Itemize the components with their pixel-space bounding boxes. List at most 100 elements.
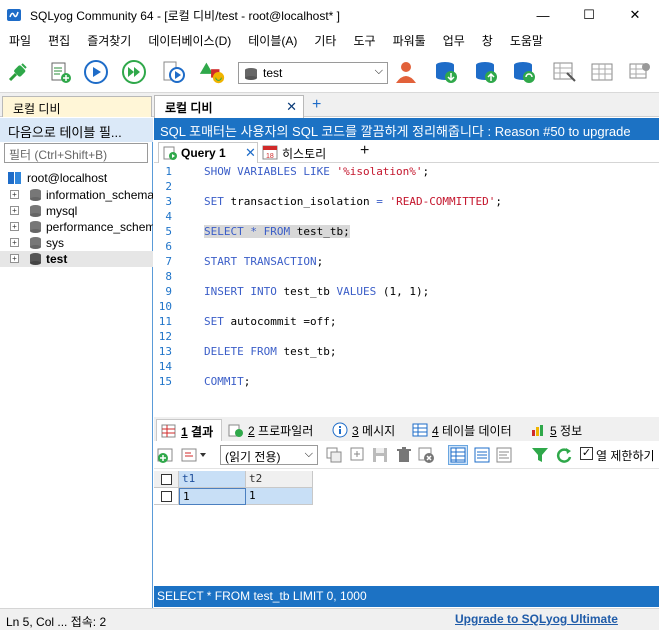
delete-button[interactable] xyxy=(394,445,414,465)
new-query-button[interactable] xyxy=(46,58,74,86)
execute-all-button[interactable] xyxy=(120,58,148,86)
add-row-icon xyxy=(157,448,173,463)
grid-column-header[interactable]: t1 xyxy=(179,471,246,488)
grid-column-header[interactable]: t2 xyxy=(246,471,313,488)
expand-icon[interactable]: + xyxy=(10,254,19,263)
line-number: 9 xyxy=(165,285,172,298)
save-button[interactable] xyxy=(370,445,390,465)
edit-mode-select[interactable]: (읽기 전용) ⌵ xyxy=(220,445,318,465)
import-button[interactable] xyxy=(550,58,578,86)
code-line[interactable]: DELETE FROM test_tb; xyxy=(204,345,336,358)
tree-item-information-schema[interactable]: + information_schema xyxy=(0,187,153,203)
history-tab[interactable]: 18 히스토리 xyxy=(260,142,360,163)
code-line[interactable]: SELECT * FROM test_tb; xyxy=(204,225,350,238)
add-query-tab-button[interactable]: + xyxy=(360,142,369,160)
execute-current-button[interactable] xyxy=(160,58,188,86)
title-bar: SQLyog Community 64 - [로컬 디비/test - root… xyxy=(0,0,659,30)
tree-item-mysql[interactable]: + mysql xyxy=(0,203,153,219)
code-line[interactable]: SHOW VARIABLES LIKE '%isolation%'; xyxy=(204,165,429,178)
text-view-button[interactable] xyxy=(494,445,514,465)
query-tab[interactable]: Query 1 ✕ xyxy=(158,142,258,163)
row-checkbox[interactable] xyxy=(161,491,172,502)
expand-icon[interactable]: + xyxy=(10,190,19,199)
menu-table[interactable]: 테이블(A) xyxy=(239,32,305,49)
code-line[interactable]: INSERT INTO test_tb VALUES (1, 1); xyxy=(204,285,429,298)
table-data-tab[interactable]: 4 테이블 데이터 xyxy=(408,419,522,441)
menu-edit[interactable]: 편집 xyxy=(39,32,78,49)
tree-root-connection[interactable]: root@localhost xyxy=(0,170,153,186)
schema-designer-button[interactable] xyxy=(198,58,226,86)
filter-button[interactable] xyxy=(530,445,550,465)
restore-button[interactable] xyxy=(472,58,500,86)
calendar-icon: 18 xyxy=(262,145,278,160)
code-line[interactable]: SET transaction_isolation = 'READ-COMMIT… xyxy=(204,195,502,208)
code-line[interactable]: SET autocommit =off; xyxy=(204,315,336,328)
table-grid-button[interactable] xyxy=(588,58,616,86)
grid-row-selector[interactable] xyxy=(154,488,179,505)
tree-item-sys[interactable]: + sys xyxy=(0,235,153,251)
execute-button[interactable] xyxy=(82,58,110,86)
add-row-button[interactable] xyxy=(156,445,176,465)
sql-editor[interactable]: 1 SHOW VARIABLES LIKE '%isolation%'; 2 3 SET… xyxy=(154,163,659,413)
line-number: 3 xyxy=(165,195,172,208)
copy-button[interactable] xyxy=(324,445,344,465)
form-view-icon xyxy=(474,447,490,463)
line-number: 1 xyxy=(165,165,172,178)
add-connection-tab-button[interactable]: + xyxy=(312,96,321,114)
database-download-icon xyxy=(436,62,457,83)
expand-icon[interactable]: + xyxy=(10,206,19,215)
database-icon xyxy=(30,253,41,265)
menu-other[interactable]: 기타 xyxy=(305,32,344,49)
menu-business[interactable]: 업무 xyxy=(434,32,473,49)
grid-view-button[interactable] xyxy=(448,445,468,465)
menu-favorites[interactable]: 즐겨찾기 xyxy=(78,32,139,49)
table-settings-button[interactable] xyxy=(626,58,654,86)
user-manager-button[interactable] xyxy=(392,58,420,86)
code-line[interactable]: START TRANSACTION; xyxy=(204,255,323,268)
grid-cell[interactable]: 1 xyxy=(246,488,313,505)
code-line[interactable]: COMMIT; xyxy=(204,375,250,388)
duplicate-button[interactable] xyxy=(348,445,368,465)
code-token: SET xyxy=(204,315,231,328)
menu-database[interactable]: 데이터베이스(D) xyxy=(139,32,239,49)
menu-window[interactable]: 창 xyxy=(473,32,501,49)
profiler-tab[interactable]: 2 프로파일러 xyxy=(224,419,324,441)
close-icon[interactable]: ✕ xyxy=(286,99,297,115)
connection-tab-1[interactable]: 로컬 디비 xyxy=(2,96,152,117)
refresh-button[interactable] xyxy=(554,445,574,465)
messages-tab[interactable]: 3 메시지 xyxy=(328,419,406,441)
menu-help[interactable]: 도움말 xyxy=(501,32,551,49)
database-icon xyxy=(30,205,41,217)
menu-tools[interactable]: 도구 xyxy=(344,32,383,49)
connect-button[interactable] xyxy=(4,58,32,86)
menu-file[interactable]: 파일 xyxy=(0,32,39,49)
profiler-icon xyxy=(228,424,243,437)
close-button[interactable]: ✕ xyxy=(612,0,658,30)
form-view-button[interactable] xyxy=(472,445,492,465)
tree-item-test[interactable]: + test xyxy=(0,251,153,267)
upgrade-link[interactable]: Upgrade to SQLyog Ultimate xyxy=(455,612,618,626)
expand-icon[interactable]: + xyxy=(10,238,19,247)
backup-button[interactable] xyxy=(432,58,460,86)
discard-button[interactable] xyxy=(416,445,436,465)
limit-rows-checkbox[interactable]: ✓ xyxy=(580,447,593,460)
tree-item-performance-schema[interactable]: + performance_schema xyxy=(0,219,153,235)
sync-button[interactable] xyxy=(510,58,538,86)
result-tab[interactable]: 1 결과 xyxy=(156,419,222,441)
database-select[interactable]: test ⌵ xyxy=(238,62,388,84)
menu-powertools[interactable]: 파워툴 xyxy=(384,32,434,49)
expand-icon[interactable]: + xyxy=(10,222,19,231)
minimize-button[interactable]: — xyxy=(520,0,566,30)
grid-cell[interactable]: 1 xyxy=(179,488,246,505)
grid-header-selector[interactable] xyxy=(154,471,179,488)
info-tab[interactable]: 5 정보 xyxy=(526,419,586,441)
maximize-button[interactable]: ☐ xyxy=(566,0,612,30)
upgrade-banner[interactable]: SQL 포매터는 사용자의 SQL 코드를 깔끔하게 정리해줍니다 : Reas… xyxy=(154,118,659,140)
connection-tab-2[interactable]: 로컬 디비 ✕ xyxy=(154,95,304,118)
tree-root-label: root@localhost xyxy=(27,171,108,185)
table-data-tab-label: 테이블 데이터 xyxy=(442,424,512,438)
select-all-checkbox[interactable] xyxy=(161,474,172,485)
close-icon[interactable]: ✕ xyxy=(245,145,256,161)
filter-input[interactable]: 필터 (Ctrl+Shift+B) xyxy=(4,143,148,163)
export-dropdown-button[interactable] xyxy=(180,445,208,465)
